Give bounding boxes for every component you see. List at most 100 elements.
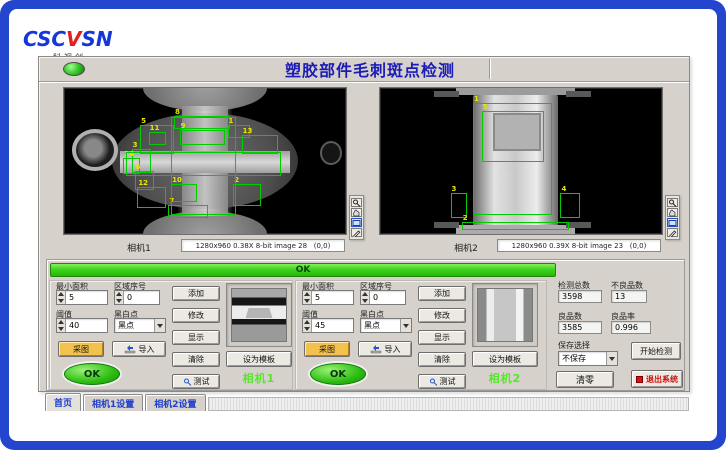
ok-button[interactable]: OK — [64, 363, 120, 385]
threshold-value[interactable]: 40 — [66, 319, 107, 332]
tab-camera1-settings[interactable]: 相机1设置 — [83, 394, 143, 411]
modify-button[interactable]: 修改 — [418, 308, 466, 323]
roi-box — [171, 117, 236, 215]
reset-counters-button[interactable]: 清零 — [556, 371, 614, 388]
zoom-tool-icon[interactable] — [667, 198, 678, 207]
cam-image-2[interactable]: PPK 15342 — [379, 87, 663, 235]
stepper-arrows-icon[interactable] — [303, 291, 312, 304]
title-divider — [489, 59, 490, 79]
show-button[interactable]: 显示 — [418, 330, 466, 345]
min-area-value[interactable]: 5 — [66, 291, 107, 304]
threshold-stepper[interactable]: 45 — [302, 318, 354, 333]
clear-button[interactable]: 清除 — [418, 352, 466, 367]
window-body: CSCVSN 科视创 塑胶部件毛刺斑点检测 891135113146121027 — [9, 9, 717, 441]
stepper-arrows-icon[interactable] — [303, 319, 312, 332]
action-buttons: 添加 修改 显示 清除 测试 — [172, 286, 220, 396]
set-template-button[interactable]: 设为模板 — [226, 351, 292, 367]
cam-image-1[interactable]: 891135113146121027 — [63, 87, 347, 235]
save-option-dropdown[interactable]: 不保存 — [558, 351, 618, 366]
exit-system-button[interactable]: 退出系统 — [631, 370, 683, 388]
stepper-arrows-icon[interactable] — [361, 291, 370, 304]
action-buttons: 添加 修改 显示 清除 测试 — [418, 286, 466, 396]
roi-number: 5 — [141, 117, 146, 125]
chevron-down-icon[interactable] — [606, 352, 617, 365]
page-tabs: 首页 相机1设置 相机2设置 — [45, 393, 689, 411]
title-bar: 塑胶部件毛刺斑点检测 — [39, 57, 689, 82]
tab-camera2-settings[interactable]: 相机2设置 — [145, 394, 205, 411]
pencil-tool-icon[interactable] — [667, 228, 678, 237]
ok-button[interactable]: OK — [310, 363, 366, 385]
import-button[interactable]: 导入 — [358, 341, 412, 357]
tab-home[interactable]: 首页 — [45, 393, 81, 411]
zoom-tool-icon[interactable] — [351, 198, 362, 207]
import-button[interactable]: 导入 — [112, 341, 166, 357]
roi-box: 13 — [242, 135, 279, 154]
roi-box: 5 — [482, 111, 544, 162]
pencil-tool-icon[interactable] — [351, 228, 362, 237]
test-label: 测试 — [194, 376, 210, 387]
control-panel: OK 最小面积 5 区域序号 0 阈值 4 — [46, 259, 685, 391]
roi-box: 4 — [560, 193, 580, 218]
roi-number: 13 — [243, 127, 253, 135]
rectangle-tool-icon[interactable] — [351, 218, 362, 227]
roi-number: 3 — [452, 185, 457, 193]
region-index-value[interactable]: 0 — [370, 291, 405, 304]
chevron-down-icon[interactable] — [400, 319, 411, 332]
threshold-value[interactable]: 45 — [312, 319, 353, 332]
min-area-value[interactable]: 5 — [312, 291, 353, 304]
test-label: 测试 — [440, 376, 456, 387]
clear-button[interactable]: 清除 — [172, 352, 220, 367]
roi-box: 12 — [137, 187, 165, 207]
stepper-arrows-icon[interactable] — [57, 319, 66, 332]
roi-box: 2 — [233, 184, 261, 206]
camera1-label: 相机1 — [99, 241, 179, 254]
capture-button[interactable]: 采图 — [304, 341, 350, 357]
test-button[interactable]: 测试 — [418, 374, 466, 389]
main-panel: 塑胶部件毛刺斑点检测 891135113146121027 PPK — [38, 56, 690, 392]
magnifier-icon — [429, 378, 438, 386]
page-title: 塑胶部件毛刺斑点检测 — [254, 58, 486, 80]
modify-button[interactable]: 修改 — [172, 308, 220, 323]
image-tool-palette-2 — [665, 195, 680, 240]
stepper-arrows-icon[interactable] — [57, 291, 66, 304]
add-button[interactable]: 添加 — [418, 286, 466, 301]
roi-box: 2 — [462, 222, 569, 229]
show-button[interactable]: 显示 — [172, 330, 220, 345]
region-index-value[interactable]: 0 — [124, 291, 159, 304]
pan-tool-icon[interactable] — [667, 208, 678, 217]
black-white-dropdown[interactable]: 黑点 — [114, 318, 166, 333]
capture-button[interactable]: 采图 — [58, 341, 104, 357]
stepper-arrows-icon[interactable] — [115, 291, 124, 304]
black-white-value: 黑点 — [361, 319, 400, 332]
exit-label: 退出系统 — [646, 374, 678, 385]
roi-number: 2 — [463, 214, 468, 222]
test-button[interactable]: 测试 — [172, 374, 220, 389]
total-count-value: 3598 — [558, 290, 602, 303]
region-index-stepper[interactable]: 0 — [114, 290, 160, 305]
min-area-stepper[interactable]: 5 — [56, 290, 108, 305]
set-template-button[interactable]: 设为模板 — [472, 351, 538, 367]
roi-number: 8 — [175, 108, 180, 116]
roi-number: 3 — [133, 141, 138, 149]
roi-number: 5 — [483, 103, 488, 111]
rectangle-tool-icon[interactable] — [667, 218, 678, 227]
window-frame: CSCVSN 科视创 塑胶部件毛刺斑点检测 891135113146121027 — [0, 0, 726, 450]
region-index-stepper[interactable]: 0 — [360, 290, 406, 305]
chevron-down-icon[interactable] — [154, 319, 165, 332]
black-white-value: 黑点 — [115, 319, 154, 332]
camera1-status: 1280x960 0.38X 8-bit image 28 (0,0) — [181, 239, 345, 252]
import-label: 导入 — [385, 344, 401, 355]
good-count-value: 3585 — [558, 321, 602, 334]
threshold-stepper[interactable]: 40 — [56, 318, 108, 333]
camera2-settings-group: 最小面积 5 区域序号 0 阈值 45 黑白点 — [295, 280, 547, 390]
import-label: 导入 — [139, 344, 155, 355]
black-white-dropdown[interactable]: 黑点 — [360, 318, 412, 333]
min-area-stepper[interactable]: 5 — [302, 290, 354, 305]
add-button[interactable]: 添加 — [172, 286, 220, 301]
save-option-value: 不保存 — [559, 352, 606, 365]
image-tool-palette-1 — [349, 195, 364, 240]
start-detection-button[interactable]: 开始检测 — [631, 342, 681, 360]
pan-tool-icon[interactable] — [351, 208, 362, 217]
camera2-status: 1280x960 0.39X 8-bit image 23 (0,0) — [497, 239, 661, 252]
template-preview-2 — [472, 283, 538, 347]
